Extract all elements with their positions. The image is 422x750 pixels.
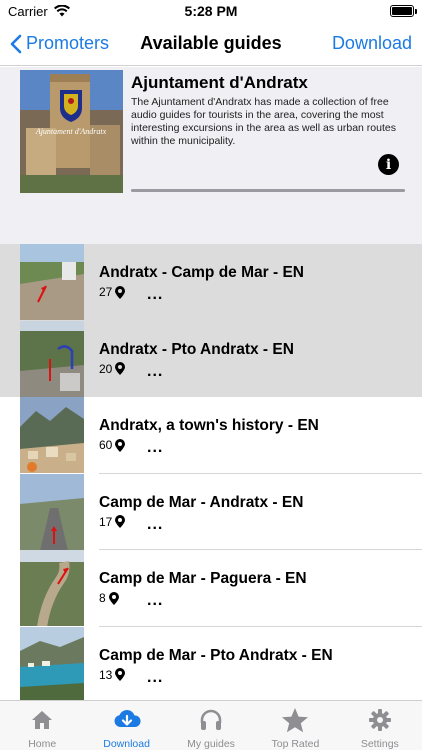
- guide-row[interactable]: Camp de Mar - Paguera - EN 8 ...: [0, 550, 422, 627]
- guide-name: Andratx - Pto Andratx - EN: [99, 340, 294, 358]
- clock: 5:28 PM: [184, 3, 238, 19]
- guide-row[interactable]: Camp de Mar - Andratx - EN 17 ...: [0, 473, 422, 550]
- guide-row[interactable]: Andratx, a town's history - EN 60 ...: [0, 397, 422, 474]
- promoter-description: The Ajuntament d'Andratx has made a coll…: [131, 96, 396, 147]
- more-options-icon[interactable]: ...: [147, 516, 163, 534]
- guide-name: Camp de Mar - Andratx - EN: [99, 493, 304, 511]
- guide-stop-count: 13: [99, 667, 113, 682]
- back-button[interactable]: Promoters: [10, 33, 109, 54]
- gear-icon: [368, 709, 391, 731]
- guide-stops: 13: [99, 667, 126, 682]
- guide-row[interactable]: Camp de Mar - Pto Andratx - EN 13 ...: [0, 626, 422, 704]
- guide-row[interactable]: Andratx - Pto Andratx - EN 20 ...: [0, 320, 422, 397]
- guide-thumbnail: [20, 550, 84, 626]
- tab-my-guides[interactable]: My guides: [169, 701, 253, 750]
- guide-stops: 17: [99, 514, 126, 529]
- more-options-icon[interactable]: ...: [147, 286, 163, 304]
- guide-thumbnail: [20, 473, 84, 550]
- guide-thumbnail: [20, 244, 84, 320]
- tab-my-guides-label: My guides: [187, 738, 235, 750]
- cloud-download-icon: [114, 710, 141, 727]
- guide-list: Andratx - Camp de Mar - EN 27 ... Andrat…: [0, 244, 422, 703]
- promoter-header: Ajuntament d'Andratx Ajuntament d'Andrat…: [0, 67, 422, 244]
- status-left: Carrier: [8, 4, 70, 19]
- guide-name: Camp de Mar - Pto Andratx - EN: [99, 646, 333, 664]
- guide-name: Andratx, a town's history - EN: [99, 417, 319, 434]
- guide-stop-count: 8: [99, 591, 106, 605]
- download-button[interactable]: Download: [332, 33, 412, 54]
- battery-icon: [390, 5, 417, 17]
- guide-stop-count: 17: [99, 514, 113, 529]
- location-pin-icon: [115, 438, 126, 452]
- promoter-image-caption: Ajuntament d'Andratx: [35, 127, 107, 136]
- guide-stops: 20: [99, 361, 126, 376]
- more-options-icon[interactable]: ...: [147, 669, 163, 687]
- navigation-bar: Promoters Available guides Download: [0, 22, 422, 66]
- more-options-icon[interactable]: ...: [147, 592, 163, 610]
- guide-thumbnail: [20, 626, 84, 703]
- location-pin-icon: [115, 285, 126, 299]
- home-icon: [32, 711, 53, 729]
- guide-stop-count: 27: [99, 285, 113, 299]
- guide-name: Camp de Mar - Paguera - EN: [99, 570, 307, 587]
- tab-download-label: Download: [103, 738, 150, 750]
- tab-home[interactable]: Home: [0, 701, 84, 750]
- headphones-icon: [200, 709, 222, 730]
- guide-stop-count: 60: [99, 438, 113, 452]
- tab-download[interactable]: Download: [84, 701, 168, 750]
- tab-settings-label: Settings: [360, 738, 399, 750]
- carrier-label: Carrier: [8, 3, 48, 19]
- tab-top-rated[interactable]: Top Rated: [253, 701, 337, 750]
- tab-top-rated-label: Top Rated: [271, 738, 320, 750]
- download-progress-bar: [131, 189, 405, 192]
- promoter-image: Ajuntament d'Andratx: [20, 70, 123, 193]
- guide-thumbnail: [20, 320, 84, 397]
- page-title: Available guides: [140, 33, 282, 53]
- tab-home-label: Home: [28, 738, 57, 750]
- location-pin-icon: [115, 668, 126, 681]
- promoter-name: Ajuntament d'Andratx: [131, 73, 308, 92]
- back-button-label: Promoters: [26, 33, 110, 53]
- wifi-icon: [53, 5, 70, 17]
- tab-settings[interactable]: Settings: [338, 701, 422, 750]
- chevron-left-icon: [10, 34, 22, 53]
- location-pin-icon: [115, 515, 126, 528]
- guide-stop-count: 20: [99, 361, 113, 376]
- guide-thumbnail: [20, 397, 84, 473]
- more-options-icon[interactable]: ...: [147, 363, 163, 381]
- tab-bar: Home Download My guides Top Rated Settin…: [0, 700, 422, 750]
- location-pin-icon: [108, 591, 119, 605]
- more-options-icon[interactable]: ...: [147, 439, 163, 457]
- star-icon: [282, 708, 309, 733]
- guide-stops: 27: [99, 285, 126, 299]
- guide-name: Andratx - Camp de Mar - EN: [99, 264, 304, 281]
- location-pin-icon: [115, 362, 126, 375]
- status-bar: Carrier 5:28 PM: [0, 0, 422, 22]
- info-icon[interactable]: i: [378, 154, 399, 175]
- guide-stops: 8: [99, 591, 119, 605]
- guide-stops: 60: [99, 438, 126, 452]
- guide-row[interactable]: Andratx - Camp de Mar - EN 27 ...: [0, 244, 422, 321]
